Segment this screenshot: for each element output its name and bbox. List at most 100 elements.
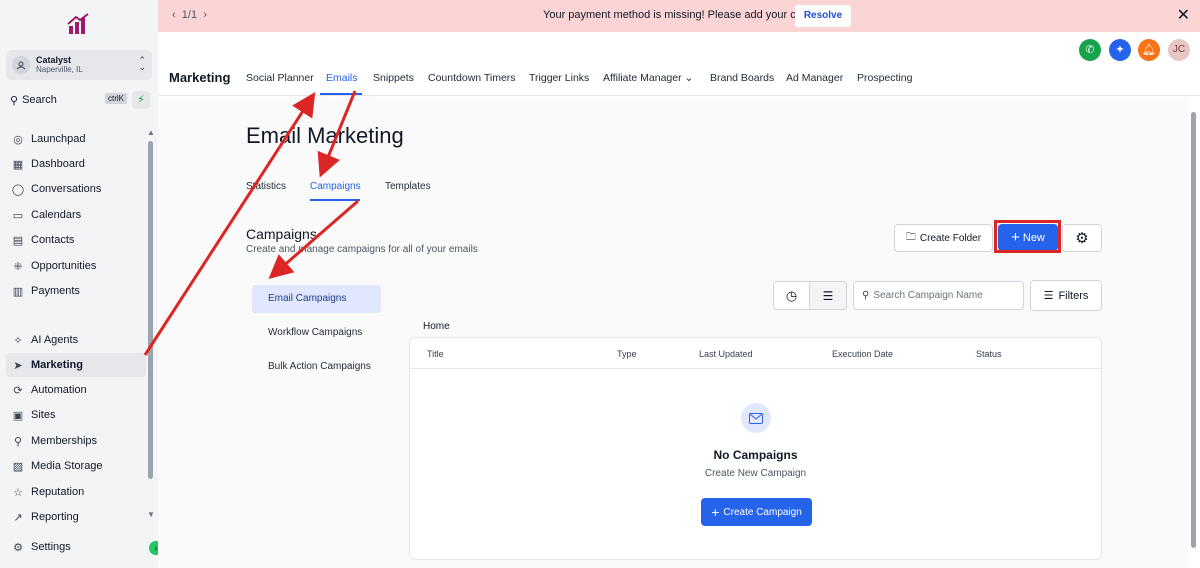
search-shortcut: ctrlK xyxy=(105,93,127,104)
chevron-updown-icon: ⌃ ⌄ xyxy=(138,55,146,72)
sidebar-search[interactable]: ⚲ Search ctrlK ⚡ xyxy=(6,91,152,109)
campaign-type-email[interactable]: Email Campaigns xyxy=(252,285,381,313)
phone-icon[interactable]: ✆ xyxy=(1079,39,1101,61)
column-type: Type xyxy=(617,349,637,359)
tab-prospecting[interactable]: Prospecting xyxy=(857,72,912,84)
active-subtab-indicator xyxy=(310,199,360,201)
scroll-up-icon[interactable]: ▲ xyxy=(147,128,155,137)
sidebar-item-payments[interactable]: ▥ Payments xyxy=(6,279,146,303)
sidebar-item-sites[interactable]: ▣ Sites xyxy=(6,403,146,427)
sidebar-item-settings[interactable]: ⚙ Settings xyxy=(6,535,146,559)
search-label: Search xyxy=(22,94,57,106)
create-folder-button[interactable]: 🗀 Create Folder xyxy=(894,224,993,252)
tab-snippets[interactable]: Snippets xyxy=(373,72,414,84)
banner-message: Your payment method is missing! Please a… xyxy=(543,9,815,21)
sidebar-item-launchpad[interactable]: ◎ Launchpad xyxy=(6,127,146,151)
image-icon: ▨ xyxy=(12,460,24,473)
search-icon: ⚲ xyxy=(10,94,19,107)
sidebar-item-calendars[interactable]: ▭ Calendars xyxy=(6,203,146,227)
subtab-statistics[interactable]: Statistics xyxy=(246,181,286,192)
sidebar: Catalyst Naperville, IL ⌃ ⌄ ⚲ Search ctrl… xyxy=(0,0,158,568)
sidebar-item-automation[interactable]: ⟳ Automation xyxy=(6,378,146,402)
rocket-icon: ◎ xyxy=(13,133,23,146)
network-icon: ⁜ xyxy=(13,260,23,273)
avatar[interactable]: JC xyxy=(1168,39,1190,61)
sidebar-item-dashboard[interactable]: ▦ Dashboard xyxy=(6,152,146,176)
calendar-icon: ▭ xyxy=(12,209,24,222)
tab-countdown-timers[interactable]: Countdown Timers xyxy=(428,72,516,84)
search-icon: ⚲ xyxy=(862,290,870,301)
automation-icon: ⟳ xyxy=(13,384,23,397)
account-switcher[interactable]: Catalyst Naperville, IL ⌃ ⌄ xyxy=(6,50,152,80)
create-campaign-button[interactable]: + Create Campaign xyxy=(701,498,812,526)
settings-gear-icon[interactable]: ⚙ xyxy=(1062,224,1102,252)
trend-icon: ↗ xyxy=(13,511,23,524)
chat-icon: ◯ xyxy=(11,183,25,196)
sidebar-item-contacts[interactable]: ▤ Contacts xyxy=(6,228,146,252)
campaigns-table: Title Type Last Updated Execution Date S… xyxy=(409,337,1102,560)
main-scrollbar[interactable] xyxy=(1191,112,1196,548)
sidebar-item-media-storage[interactable]: ▨ Media Storage xyxy=(6,454,146,478)
tab-social-planner[interactable]: Social Planner xyxy=(246,72,314,84)
sidebar-scrollbar[interactable] xyxy=(148,141,153,479)
account-name: Catalyst xyxy=(36,55,72,65)
header-divider xyxy=(410,368,1101,369)
folder-icon: 🗀 xyxy=(905,231,916,243)
sidebar-item-opportunities[interactable]: ⁜ Opportunities xyxy=(6,254,146,278)
section-title: Marketing xyxy=(169,70,231,85)
section-heading: Campaigns xyxy=(246,226,317,242)
sidebar-item-marketing[interactable]: ➤ Marketing xyxy=(6,353,146,377)
sidebar-item-reputation[interactable]: ☆ Reputation xyxy=(6,480,146,504)
clock-icon[interactable]: ◷ xyxy=(773,281,810,310)
mail-icon xyxy=(741,403,771,433)
sidebar-item-memberships[interactable]: ⚲ Memberships xyxy=(6,429,146,453)
column-execution-date: Execution Date xyxy=(832,349,894,359)
scroll-down-icon[interactable]: ▼ xyxy=(147,510,155,519)
receipt-icon: ▥ xyxy=(12,285,24,298)
resolve-button[interactable]: Resolve xyxy=(795,5,851,27)
tab-trigger-links[interactable]: Trigger Links xyxy=(529,72,589,84)
subtab-templates[interactable]: Templates xyxy=(385,181,431,192)
column-title: Title xyxy=(427,349,444,359)
bolt-icon[interactable]: ⚡ xyxy=(132,91,150,109)
sparkle-icon: ✧ xyxy=(13,334,23,347)
column-status: Status xyxy=(976,349,1002,359)
tab-brand-boards[interactable]: Brand Boards xyxy=(710,72,774,84)
highlight-box xyxy=(994,220,1061,253)
close-icon[interactable]: ✕ xyxy=(1177,6,1190,26)
column-last-updated: Last Updated xyxy=(699,349,753,359)
empty-state-subtitle: Create New Campaign xyxy=(704,468,807,479)
badge-icon: ⚲ xyxy=(13,435,23,448)
section-description: Create and manage campaigns for all of y… xyxy=(246,244,478,255)
sidebar-item-conversations[interactable]: ◯ Conversations xyxy=(6,177,146,201)
payment-banner: ‹ 1/1 › Your payment method is missing! … xyxy=(158,0,1200,32)
breadcrumb[interactable]: Home xyxy=(423,321,450,332)
campaign-search-input[interactable]: ⚲ Search Campaign Name xyxy=(853,281,1024,310)
banner-pager: ‹ 1/1 › xyxy=(172,9,207,21)
chevron-left-icon[interactable]: ‹ xyxy=(172,9,176,21)
sidebar-item-ai-agents[interactable]: ✧ AI Agents xyxy=(6,328,146,352)
campaign-type-workflow[interactable]: Workflow Campaigns xyxy=(252,319,381,347)
filters-button[interactable]: ☰ Filters xyxy=(1030,280,1102,311)
campaign-type-bulk-action[interactable]: Bulk Action Campaigns xyxy=(252,353,381,381)
star-icon: ☆ xyxy=(13,486,23,499)
bell-icon[interactable]: 🔔︎ xyxy=(1138,39,1160,61)
logo-icon[interactable] xyxy=(66,12,92,38)
tab-ad-manager[interactable]: Ad Manager xyxy=(786,72,843,84)
top-header: ✆ ✦ 🔔︎ JC Marketing Social Planner Email… xyxy=(158,32,1200,96)
chevron-right-icon[interactable]: › xyxy=(203,9,207,21)
contacts-icon: ▤ xyxy=(12,234,24,247)
sidebar-item-reporting[interactable]: ↗ Reporting xyxy=(6,505,146,529)
send-icon: ➤ xyxy=(13,359,23,372)
active-tab-indicator xyxy=(320,93,362,95)
magic-icon[interactable]: ✦ xyxy=(1109,39,1131,61)
tab-emails[interactable]: Emails xyxy=(326,72,358,84)
empty-state-title: No Campaigns xyxy=(713,448,798,462)
list-view-icon[interactable]: ☰ xyxy=(809,281,847,310)
grid-icon: ▦ xyxy=(12,158,24,171)
sites-icon: ▣ xyxy=(12,409,24,422)
gear-icon: ⚙ xyxy=(13,541,23,554)
tab-affiliate-manager[interactable]: Affiliate Manager ⌄ xyxy=(603,72,693,84)
page-title: Email Marketing xyxy=(246,123,404,148)
subtab-campaigns[interactable]: Campaigns xyxy=(310,181,361,192)
